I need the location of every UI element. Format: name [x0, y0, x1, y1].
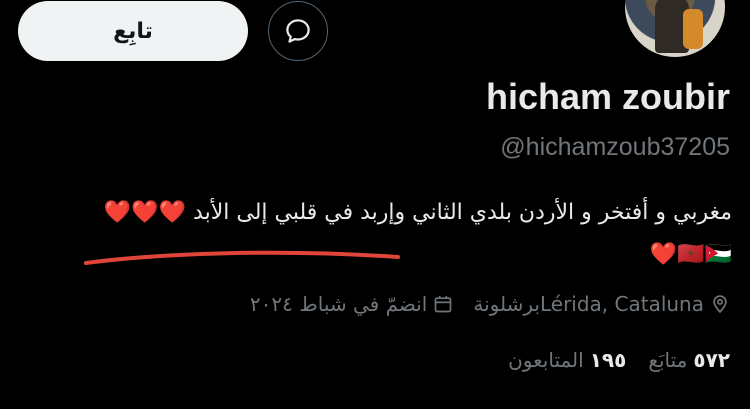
location-item: Lérida, Catalunaبرشلونة — [473, 292, 730, 316]
message-icon — [286, 19, 310, 43]
follow-button[interactable]: تابِع — [18, 1, 248, 61]
profile-stats: ٥٧٢ متابَع ١٩٥ المتابعون — [508, 348, 730, 372]
calendar-icon — [435, 296, 452, 313]
followers-count: ١٩٥ — [589, 348, 627, 372]
message-button[interactable] — [268, 1, 328, 61]
following-count: ٥٧٢ — [693, 348, 730, 372]
joined-item: انضمّ في شباط ٢٠٢٤ — [250, 292, 453, 316]
location-text: Lérida, Catalunaبرشلونة — [473, 292, 704, 316]
following-stat[interactable]: ٥٧٢ متابَع — [648, 348, 730, 372]
avatar[interactable] — [622, 0, 728, 60]
profile-meta: Lérida, Catalunaبرشلونة انضمّ في شباط ٢٠… — [250, 292, 730, 316]
profile-handle: @hichamzoub37205 — [500, 133, 730, 161]
profile-name: hicham zoubir — [485, 76, 730, 117]
red-underline-annotation — [84, 250, 400, 265]
avatar-figure-secondary — [683, 9, 703, 49]
following-label: متابَع — [648, 348, 688, 372]
followers-stat[interactable]: ١٩٥ المتابعون — [508, 348, 626, 372]
location-pin-icon — [713, 295, 727, 314]
bio-line-1: مغربي و أفتخر و الأردن بلدي الثاني وإربد… — [103, 200, 732, 225]
followers-label: المتابعون — [508, 348, 584, 372]
joined-text: انضمّ في شباط ٢٠٢٤ — [249, 292, 428, 316]
